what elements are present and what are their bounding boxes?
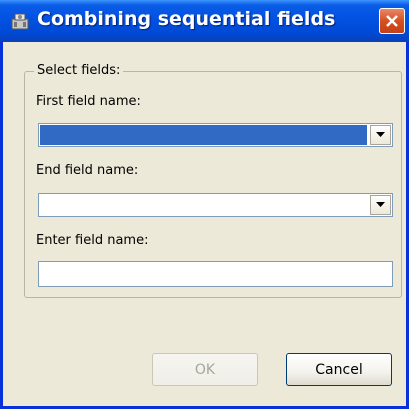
end-field-label: End field name: <box>36 163 139 178</box>
close-button[interactable] <box>379 8 405 34</box>
end-field-value <box>40 195 367 215</box>
first-field-value <box>40 125 367 145</box>
end-field-dropdown[interactable] <box>38 193 393 217</box>
first-field-label: First field name: <box>36 94 141 109</box>
tool-icon <box>10 11 32 31</box>
first-field-dropdown-button[interactable] <box>370 125 391 145</box>
enter-field-label: Enter field name: <box>36 233 149 248</box>
end-field-dropdown-button[interactable] <box>370 195 391 215</box>
group-legend: Select fields: <box>34 63 124 78</box>
close-icon <box>386 15 398 27</box>
cancel-button[interactable]: Cancel <box>286 353 392 386</box>
dialog-window: Combining sequential fields Select field… <box>0 0 409 409</box>
enter-field-input[interactable] <box>38 261 393 287</box>
chevron-down-icon <box>376 132 385 137</box>
ok-button[interactable]: OK <box>152 353 258 386</box>
window-title: Combining sequential fields <box>37 8 336 30</box>
first-field-dropdown[interactable] <box>38 123 393 147</box>
chevron-down-icon <box>376 202 385 207</box>
title-bar[interactable]: Combining sequential fields <box>0 0 409 42</box>
